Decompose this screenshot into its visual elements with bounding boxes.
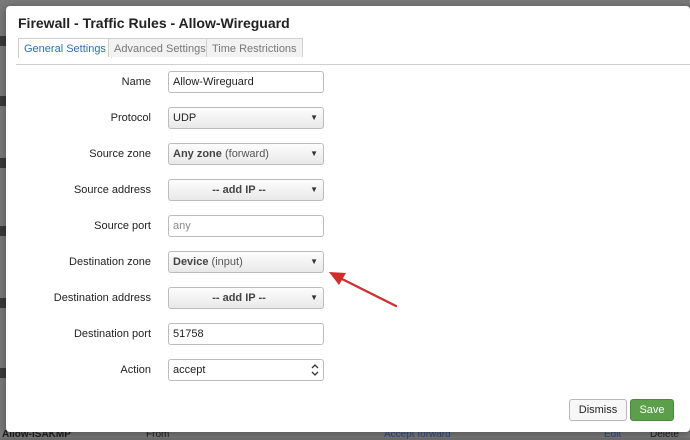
tab-time-restrictions[interactable]: Time Restrictions [206,38,303,57]
source-port-placeholder: any [173,220,191,232]
dismiss-button[interactable]: Dismiss [569,399,627,421]
source-zone-value: Any zone [173,148,222,160]
destination-port-input[interactable]: 51758 [168,323,324,345]
destination-address-select[interactable]: -- add IP -- ▼ [168,287,324,309]
protocol-select[interactable]: UDP ▼ [168,107,324,129]
protocol-label: Protocol [110,112,151,124]
source-port-input[interactable]: any [168,215,324,237]
chevron-down-icon: ▼ [310,257,318,266]
source-address-select[interactable]: -- add IP -- ▼ [168,179,324,201]
action-select[interactable]: accept [168,359,324,381]
tab-general-settings[interactable]: General Settings [18,38,112,58]
source-zone-label: Source zone [89,148,151,160]
protocol-value: UDP [173,112,197,124]
source-address-value: -- add IP -- [212,184,266,196]
destination-port-label: Destination port [73,328,151,340]
destination-zone-direction: (input) [211,256,243,268]
destination-zone-label: Destination zone [69,256,151,268]
destination-address-label: Destination address [53,292,151,304]
chevron-up-down-icon [311,364,319,376]
rule-edit-modal: Firewall - Traffic Rules - Allow-Wiregua… [6,6,690,432]
chevron-down-icon: ▼ [310,149,318,158]
destination-zone-value: Device [173,256,209,268]
tab-advanced-settings[interactable]: Advanced Settings [108,38,212,57]
name-input[interactable]: Allow-Wireguard [168,71,324,93]
destination-zone-select[interactable]: Device (input) ▼ [168,251,324,273]
annotation-arrow [329,272,398,308]
modal-title: Firewall - Traffic Rules - Allow-Wiregua… [18,15,290,31]
chevron-down-icon: ▼ [310,113,318,122]
name-label: Name [121,76,151,88]
chevron-down-icon: ▼ [310,293,318,302]
source-port-label: Source port [94,220,151,232]
action-value: accept [173,364,206,376]
destination-address-value: -- add IP -- [212,292,266,304]
source-zone-direction: (forward) [224,148,269,160]
action-label: Action [120,364,151,376]
save-button[interactable]: Save [630,399,674,421]
chevron-down-icon: ▼ [310,185,318,194]
tab-bar: General Settings Advanced Settings Time … [16,38,690,65]
source-address-label: Source address [73,184,151,196]
source-zone-select[interactable]: Any zone (forward) ▼ [168,143,324,165]
